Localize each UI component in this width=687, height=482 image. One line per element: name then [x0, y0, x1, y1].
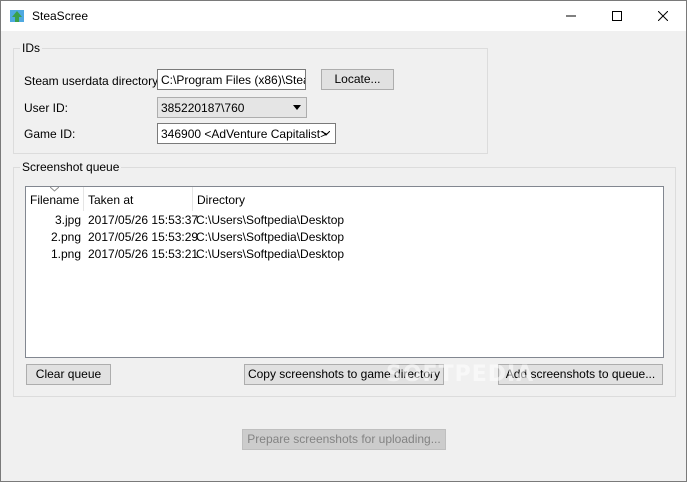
maximize-icon — [612, 11, 622, 21]
game-id-dropdown[interactable]: 346900 <AdVenture Capitalist> — [157, 123, 336, 144]
close-icon — [658, 11, 668, 21]
userdata-directory-field[interactable]: C:\Program Files (x86)\Steam — [157, 69, 306, 90]
window-title: SteaScree — [32, 9, 89, 23]
column-taken-at-label: Taken at — [88, 193, 134, 207]
locate-button[interactable]: Locate... — [321, 69, 394, 90]
user-id-label: User ID: — [24, 101, 69, 115]
game-id-value: 346900 <AdVenture Capitalist> — [161, 127, 328, 141]
maximize-button[interactable] — [594, 1, 640, 31]
chevron-down-icon — [322, 131, 330, 136]
close-button[interactable] — [640, 1, 686, 31]
prepare-upload-button[interactable]: Prepare screenshots for uploading... — [242, 429, 446, 450]
chevron-down-icon — [293, 105, 301, 110]
clear-queue-button[interactable]: Clear queue — [26, 364, 111, 385]
table-row[interactable]: 3.jpg 2017/05/26 15:53:37 C:\Users\Softp… — [26, 212, 663, 229]
userdata-label: Steam userdata directory: — [24, 74, 162, 88]
app-window: SteaScree IDs Steam userdata directory: … — [0, 0, 687, 482]
minimize-button[interactable] — [548, 1, 594, 31]
user-id-value: 385220187\760 — [161, 101, 245, 115]
row-filename: 1.png — [50, 247, 81, 261]
row-taken-at: 2017/05/26 15:53:21 — [88, 247, 199, 261]
steascree-app-icon — [10, 10, 24, 22]
table-row[interactable]: 1.png 2017/05/26 15:53:21 C:\Users\Softp… — [26, 246, 663, 263]
user-id-dropdown[interactable]: 385220187\760 — [157, 97, 307, 118]
softpedia-watermark: SOFTPEDIA — [386, 362, 535, 387]
row-taken-at: 2017/05/26 15:53:37 — [88, 213, 199, 227]
row-directory: C:\Users\Softpedia\Desktop — [196, 247, 345, 261]
column-directory-label: Directory — [197, 193, 246, 207]
column-filename-label: Filename — [30, 193, 80, 207]
column-directory[interactable]: Directory — [193, 187, 663, 211]
list-header: Filename Taken at Directory — [26, 187, 663, 211]
title-bar[interactable]: SteaScree — [1, 1, 686, 31]
sort-indicator-icon — [50, 187, 59, 192]
ids-group-label: IDs — [20, 41, 42, 55]
screenshot-list[interactable]: Filename Taken at Directory 3.jpg 2017/0… — [25, 186, 664, 358]
table-row[interactable]: 2.png 2017/05/26 15:53:29 C:\Users\Softp… — [26, 229, 663, 246]
column-filename[interactable]: Filename — [26, 187, 84, 211]
row-directory: C:\Users\Softpedia\Desktop — [196, 230, 345, 244]
game-id-label: Game ID: — [24, 127, 76, 141]
row-taken-at: 2017/05/26 15:53:29 — [88, 230, 199, 244]
queue-group-label: Screenshot queue — [20, 160, 122, 174]
row-filename: 3.jpg — [54, 213, 81, 227]
column-taken-at[interactable]: Taken at — [84, 187, 193, 211]
minimize-icon — [566, 15, 576, 17]
row-filename: 2.png — [50, 230, 81, 244]
row-directory: C:\Users\Softpedia\Desktop — [196, 213, 345, 227]
window-content: IDs Steam userdata directory: C:\Program… — [1, 31, 686, 481]
